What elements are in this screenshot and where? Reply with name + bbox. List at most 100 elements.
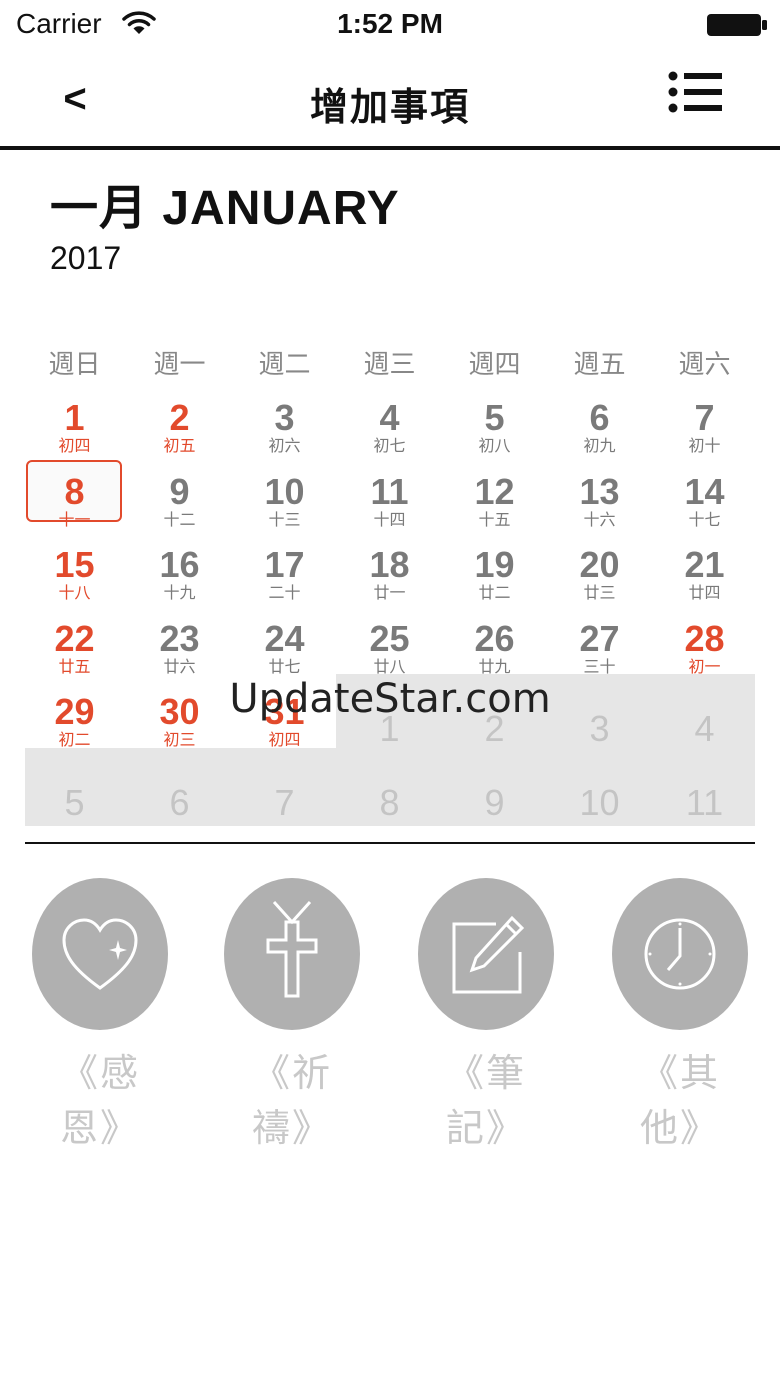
calendar-day-next-month[interactable]: 6 [127,766,232,840]
lunar-date: 十七 [688,511,721,529]
day-number: 17 [264,544,305,585]
page-title: 增加事項 [309,87,470,129]
day-number: 4 [379,397,400,438]
lunar-date: 廿八 [373,658,406,676]
weekday-label: 週四 [468,349,521,379]
lunar-date: 十八 [58,585,91,602]
list-menu-icon[interactable] [664,68,724,122]
category-label: 《筆記》 [445,1051,526,1150]
lunar-date: 廿七 [268,658,301,676]
lunar-date: 十二 [163,511,196,529]
weekday-label: 週五 [573,349,626,379]
category-other-button[interactable]: 《其他》 [610,878,750,1152]
day-number: 2 [169,397,190,438]
section-divider [25,842,755,844]
calendar-day[interactable]: 21 廿四 [652,545,757,619]
lunar-date: 初六 [268,438,301,455]
day-number: 10 [579,781,620,823]
day-number: 16 [159,544,200,585]
day-number: 28 [684,617,725,659]
calendar-day[interactable]: 13 十六 [547,471,652,546]
lunar-date: 初九 [583,438,616,455]
day-number: 9 [484,781,505,823]
day-number: 18 [369,544,410,585]
day-number: 23 [159,617,200,659]
day-number: 5 [484,397,505,438]
calendar-day[interactable]: 3 初六 [232,398,337,472]
watermark-text: UpdateStar.com [229,676,551,722]
lunar-date: 十五 [478,511,511,529]
day-number: 6 [589,397,610,438]
calendar-day[interactable]: 12 十五 [442,471,547,546]
day-number: 6 [169,781,190,823]
day-number: 1 [64,397,85,438]
lunar-date: 初七 [373,438,406,455]
calendar-day[interactable]: 20 廿三 [547,545,652,619]
lunar-date: 初一 [688,658,721,676]
day-number: 11 [685,781,724,823]
lunar-date: 初三 [163,732,196,749]
calendar-day[interactable]: 10 十三 [232,470,337,546]
navigation-bar: < 增加事項 [0,52,780,150]
calendar-day[interactable]: 9 十二 [127,471,232,546]
day-number: 20 [579,544,620,585]
day-number: 14 [684,470,725,512]
day-number: 10 [264,470,305,512]
day-number: 15 [54,544,95,585]
calendar-day[interactable]: 18 廿一 [337,545,442,619]
weekday-label: 週六 [678,349,731,379]
calendar-day[interactable]: 15 十八 [22,545,127,619]
lunar-date: 二十 [268,585,301,602]
day-number: 26 [474,617,515,659]
calendar-day-next-month[interactable]: 8 [337,766,442,840]
lunar-date: 廿五 [58,658,91,676]
lunar-date: 初八 [478,438,511,455]
month-title: 一月 JANUARY [50,182,400,235]
category-notes-button[interactable]: 《筆記》 [416,878,556,1152]
calendar-day[interactable]: 4 初七 [337,398,442,472]
weekday-label: 週二 [258,349,311,379]
calendar-day[interactable]: 2 初五 [127,398,232,472]
status-bar: Carrier 1:52 PM [0,0,780,52]
heart-icon [62,918,138,990]
weekday-label: 週三 [363,349,416,379]
calendar-day[interactable]: 7 初十 [652,398,757,472]
calendar-day[interactable]: 19 廿二 [442,545,547,619]
calendar-day[interactable]: 5 初八 [442,398,547,472]
lunar-date: 初五 [163,438,196,455]
calendar-day-selected[interactable]: 8 十一 [22,471,127,546]
category-circle [224,878,360,1030]
lunar-date: 廿六 [163,658,196,676]
category-label: 《祈禱》 [251,1051,332,1150]
day-number: 19 [474,544,515,585]
day-number: 27 [579,617,620,659]
category-label: 《其他》 [639,1051,720,1150]
lunar-date: 十一 [58,511,91,529]
lunar-date: 十九 [163,585,196,602]
calendar-day[interactable]: 1 初四 [22,398,127,472]
calendar-day[interactable]: 6 初九 [547,398,652,472]
lunar-date: 三十 [583,658,616,676]
day-number: 21 [684,544,725,585]
calendar-day-next-month[interactable]: 5 [22,766,127,840]
category-circle [32,878,168,1030]
calendar-day[interactable]: 17 二十 [232,545,337,619]
day-number: 22 [54,617,95,659]
calendar-day[interactable]: 14 十七 [652,470,757,546]
calendar-day[interactable]: 11 十四 [337,471,442,546]
lunar-date: 初二 [58,732,91,749]
lunar-date: 初四 [58,438,91,455]
calendar-day-next-month[interactable]: 7 [232,766,337,840]
day-number: 24 [264,617,305,659]
category-prayer-button[interactable]: 《祈禱》 [222,878,362,1152]
lunar-date: 初四 [268,732,301,749]
calendar-day-next-month[interactable]: 11 [652,766,757,840]
calendar-day-next-month[interactable]: 9 [442,766,547,840]
day-number: 7 [694,397,715,438]
lunar-date: 廿四 [688,585,721,602]
lunar-date: 廿三 [583,585,616,602]
calendar-day[interactable]: 16 十九 [127,545,232,619]
category-thanksgiving-button[interactable]: 《感恩》 [30,878,170,1152]
weekday-label: 週日 [48,349,101,379]
calendar-day-next-month[interactable]: 10 [547,766,652,840]
